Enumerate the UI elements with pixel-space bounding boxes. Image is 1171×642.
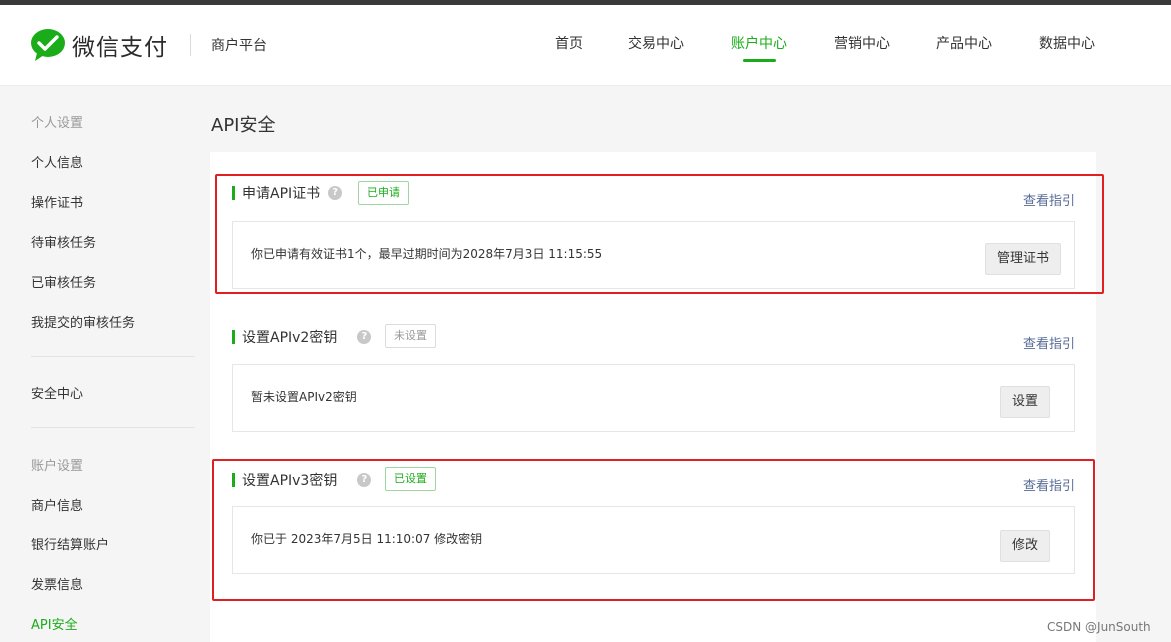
highlight-box-apiv3 (212, 459, 1095, 601)
status-badge: 未设置 (385, 324, 436, 348)
sidebar-item-personal-info[interactable]: 个人信息 (31, 152, 83, 171)
nav-trade-center[interactable]: 交易中心 (628, 33, 684, 53)
apiv2-status-text: 暂未设置APIv2密钥 (251, 390, 357, 404)
sidebar-divider (31, 427, 195, 428)
sidebar-item-pending-review[interactable]: 待审核任务 (31, 232, 96, 251)
sidebar-item-bank-account[interactable]: 银行结算账户 (31, 534, 109, 553)
section-title-text: 设置APIv2密钥 (242, 330, 338, 346)
section-apiv2-title: 设置APIv2密钥 ? (232, 327, 372, 347)
nav-product-center[interactable]: 产品中心 (936, 33, 992, 53)
sidebar-divider (31, 356, 195, 357)
sidebar-item-my-submitted[interactable]: 我提交的审核任务 (31, 312, 135, 331)
nav-active-underline (743, 59, 776, 62)
header: 微信支付 商户平台 首页 交易中心 账户中心 营销中心 产品中心 数据中心 (0, 5, 1171, 86)
watermark: CSDN @JunSouth (1047, 620, 1151, 634)
sidebar-item-security-center[interactable]: 安全中心 (31, 383, 83, 402)
section-apiv2-box: 暂未设置APIv2密钥 设置 (232, 364, 1075, 432)
nav-marketing-center[interactable]: 营销中心 (834, 33, 890, 53)
nav-data-center[interactable]: 数据中心 (1039, 33, 1095, 53)
top-nav: 首页 交易中心 账户中心 营销中心 产品中心 数据中心 (0, 5, 1171, 85)
sidebar-item-reviewed[interactable]: 已审核任务 (31, 272, 96, 291)
nav-home[interactable]: 首页 (555, 33, 583, 53)
nav-account-center[interactable]: 账户中心 (731, 33, 787, 53)
page-title: API安全 (211, 115, 276, 136)
sidebar-item-invoice-info[interactable]: 发票信息 (31, 574, 83, 593)
sidebar-item-operation-cert[interactable]: 操作证书 (31, 192, 83, 211)
sidebar-group-personal: 个人设置 (31, 116, 84, 131)
sidebar-group-account: 账户设置 (31, 459, 84, 474)
help-icon[interactable]: ? (357, 330, 372, 344)
set-apiv2-button[interactable]: 设置 (1000, 386, 1051, 418)
section-marker (232, 330, 235, 344)
sidebar: 个人设置 个人信息 操作证书 待审核任务 已审核任务 我提交的审核任务 安全中心… (0, 86, 200, 642)
view-guide-link[interactable]: 查看指引 (1023, 333, 1075, 352)
sidebar-item-merchant-info[interactable]: 商户信息 (31, 495, 83, 514)
highlight-box-cert (215, 174, 1104, 294)
sidebar-item-api-security[interactable]: API安全 (31, 614, 78, 633)
